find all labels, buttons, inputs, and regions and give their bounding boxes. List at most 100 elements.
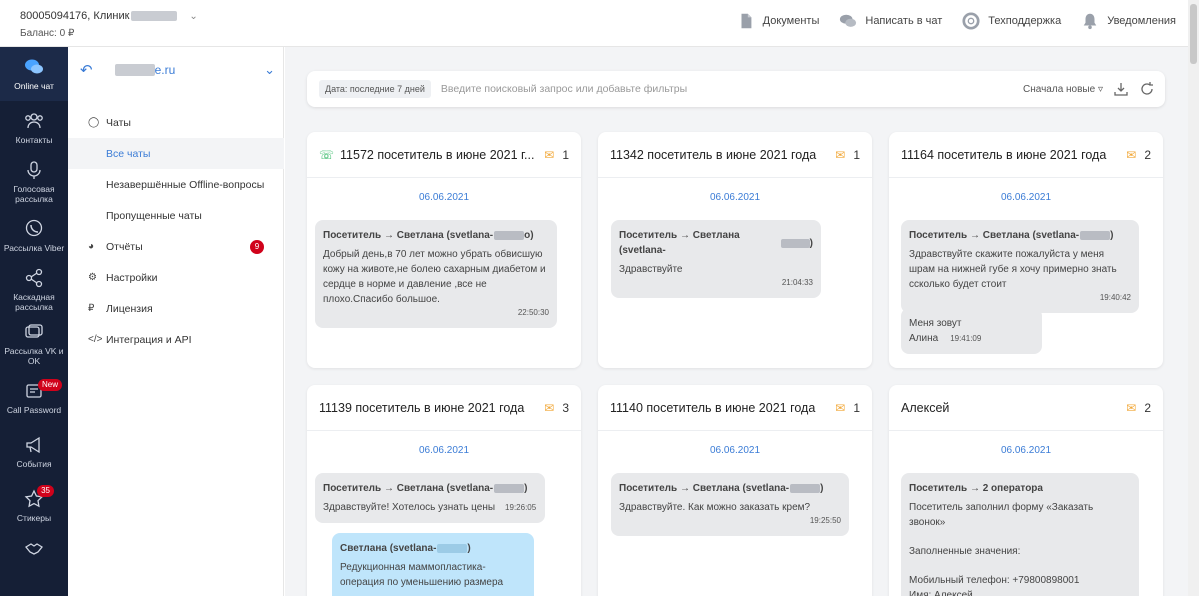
chat-date: 06.06.2021: [1000, 192, 1052, 203]
message-count: 2: [1144, 400, 1151, 415]
chat-card[interactable]: 11342 посетитель в июне 2021 года ✉ 1 06…: [598, 132, 872, 368]
reports-count-badge: 9: [250, 239, 264, 254]
chats-icon: ◯: [88, 117, 100, 128]
chat-title: 11342 посетитель в июне 2021 года: [610, 147, 817, 162]
scrollbar-thumb[interactable]: [1190, 4, 1197, 64]
menu-label: Все чаты: [106, 147, 151, 160]
redacted-text: [131, 11, 178, 21]
chat-date: 06.06.2021: [1000, 445, 1052, 456]
date-filter-chip[interactable]: Дата: последние 7 дней: [319, 80, 431, 98]
stickers-badge: 35: [37, 485, 54, 497]
redacted-text: [494, 231, 525, 240]
message-header-tail: ): [820, 483, 824, 494]
menu-license[interactable]: ₽ Лицензия: [68, 293, 284, 324]
menu-missed-chats[interactable]: Пропущенные чаты: [68, 200, 284, 231]
nav-label: Рассылка Viber: [3, 243, 65, 253]
lifebuoy-icon: [962, 12, 980, 30]
nav-contacts[interactable]: Контакты: [0, 101, 68, 155]
chat-date: 06.06.2021: [709, 445, 761, 456]
nav-label: Голосовая рассылка: [13, 184, 55, 204]
chevron-down-icon[interactable]: ⌄: [189, 11, 197, 22]
message-bubble: Посетитель → Светлана (svetlana-) Здравс…: [611, 220, 821, 298]
redacted-text: [1080, 231, 1111, 240]
sort-dropdown[interactable]: Сначала новые ▿: [1023, 84, 1103, 95]
nav-online-chat[interactable]: Online чат: [0, 47, 68, 101]
menu-reports[interactable]: ◕ Отчёты 9: [68, 231, 284, 262]
message-bubble: Посетитель → Светлана (svetlana-o) Добры…: [315, 220, 557, 328]
message-text: Посетитель заполнил форму «Заказать звон…: [909, 502, 1094, 528]
search-bar[interactable]: Дата: последние 7 дней Введите поисковый…: [307, 71, 1165, 107]
new-badge: New: [37, 379, 62, 391]
message-header-tail: o): [524, 230, 534, 241]
redacted-text: [437, 544, 468, 553]
users-icon: [25, 113, 43, 129]
message-header-tail: ): [809, 237, 813, 249]
chat-card[interactable]: ☏ 11572 посетитель в июне 2021 г... ✉ 1 …: [307, 132, 581, 368]
menu-label: Отчёты: [106, 240, 143, 253]
download-icon[interactable]: [1113, 81, 1129, 97]
reports-icon: ◕: [88, 241, 95, 252]
nav-vk-ok[interactable]: Рассылка VK и OK: [0, 317, 68, 371]
page-scrollbar[interactable]: [1188, 0, 1199, 596]
nav-voice-mailing[interactable]: Голосовая рассылка: [0, 155, 68, 209]
handshake-icon: [25, 543, 43, 555]
chevron-down-icon[interactable]: ⌄: [264, 62, 275, 78]
site-selector[interactable]: ↶ e.ru ⌄: [80, 61, 275, 79]
account-switcher[interactable]: 80005094176, Клиник ⌄ Баланс: 0 ₽: [20, 10, 198, 39]
secondary-sidebar: ↶ e.ru ⌄ ◯ Чаты Все чаты Незавершённые O…: [68, 47, 284, 596]
menu-label: Настройки: [106, 271, 158, 284]
menu-chats[interactable]: ◯ Чаты: [68, 107, 284, 138]
form-phone-value: Мобильный телефон: +79800898001: [909, 575, 1080, 586]
viber-icon: [25, 219, 43, 237]
message-count: 1: [853, 147, 860, 162]
message-header: Светлана (svetlana-: [340, 543, 437, 554]
chat-card[interactable]: Алексей ✉ 2 06.06.2021 Посетитель → 2 оп…: [889, 385, 1163, 596]
message-time: 19:40:42: [1099, 293, 1131, 302]
form-name-value: Имя: Алексей: [909, 590, 973, 596]
mail-icon: ✉: [835, 400, 846, 415]
back-icon[interactable]: ↶: [80, 61, 93, 79]
site-domain: e.ru: [154, 63, 176, 77]
message-time: 21:04:33: [781, 278, 813, 287]
menu-settings[interactable]: ⚙ Настройки: [68, 262, 284, 293]
support-button[interactable]: Техподдержка: [962, 12, 1061, 30]
nav-cascade-mailing[interactable]: Каскадная рассылка: [0, 263, 68, 317]
menu-offline-questions[interactable]: Незавершённые Offline-вопросы: [68, 169, 284, 200]
chat-card[interactable]: 11164 посетитель в июне 2021 года ✉ 2 06…: [889, 132, 1163, 368]
operator-message-bubble: Светлана (svetlana-) Редукционная маммоп…: [332, 533, 534, 596]
chat-bubbles-icon: [25, 59, 43, 74]
menu-integration-api[interactable]: </> Интеграция и API: [68, 324, 284, 355]
message-header: Посетитель → Светлана (svetlana-: [323, 483, 494, 494]
nav-label: Контакты: [15, 135, 53, 145]
message-header: Посетитель → 2 оператора: [909, 483, 1043, 494]
message-header: Посетитель → Светлана (svetlana-: [909, 230, 1080, 241]
documents-button[interactable]: Документы: [737, 12, 819, 30]
message-bubble: Посетитель → Светлана (svetlana-) Здравс…: [315, 473, 545, 523]
chat-date: 06.06.2021: [418, 445, 470, 456]
menu-all-chats[interactable]: Все чаты: [68, 138, 284, 169]
message-bubble: Посетитель → Светлана (svetlana-) Здравс…: [901, 220, 1139, 313]
redacted-text: [781, 238, 810, 248]
search-input[interactable]: Введите поисковый запрос или добавьте фи…: [441, 83, 687, 95]
notifications-button[interactable]: Уведомления: [1081, 12, 1176, 30]
chat-date: 06.06.2021: [709, 192, 761, 203]
chat-card[interactable]: 11140 посетитель в июне 2021 года ✉ 1 06…: [598, 385, 872, 596]
mail-icon: ✉: [835, 147, 846, 162]
nav-more[interactable]: [0, 533, 68, 563]
gear-icon: ⚙: [88, 272, 97, 283]
nav-stickers[interactable]: 35 Стикеры: [0, 479, 68, 533]
chat-title: Алексей: [901, 400, 950, 415]
message-bubble: Меня зовут Алина 19:41:09: [901, 308, 1042, 354]
support-label: Техподдержка: [988, 15, 1062, 27]
message-header: Посетитель → Светлана (svetlana-: [323, 230, 494, 241]
nav-call-password[interactable]: New Call Password: [0, 371, 68, 425]
nav-viber[interactable]: Рассылка Viber: [0, 209, 68, 263]
write-chat-button[interactable]: Написать в чат: [839, 12, 942, 30]
chat-title: 11139 посетитель в июне 2021 года: [319, 400, 525, 415]
menu-label: Интеграция и API: [106, 333, 192, 346]
message-header: Посетитель → Светлана (svetlana-: [619, 230, 740, 256]
nav-events[interactable]: События: [0, 425, 68, 479]
refresh-icon[interactable]: [1139, 81, 1155, 97]
chat-title: 11140 посетитель в июне 2021 года: [610, 400, 816, 415]
chat-card[interactable]: 11139 посетитель в июне 2021 года ✉ 3 06…: [307, 385, 581, 596]
